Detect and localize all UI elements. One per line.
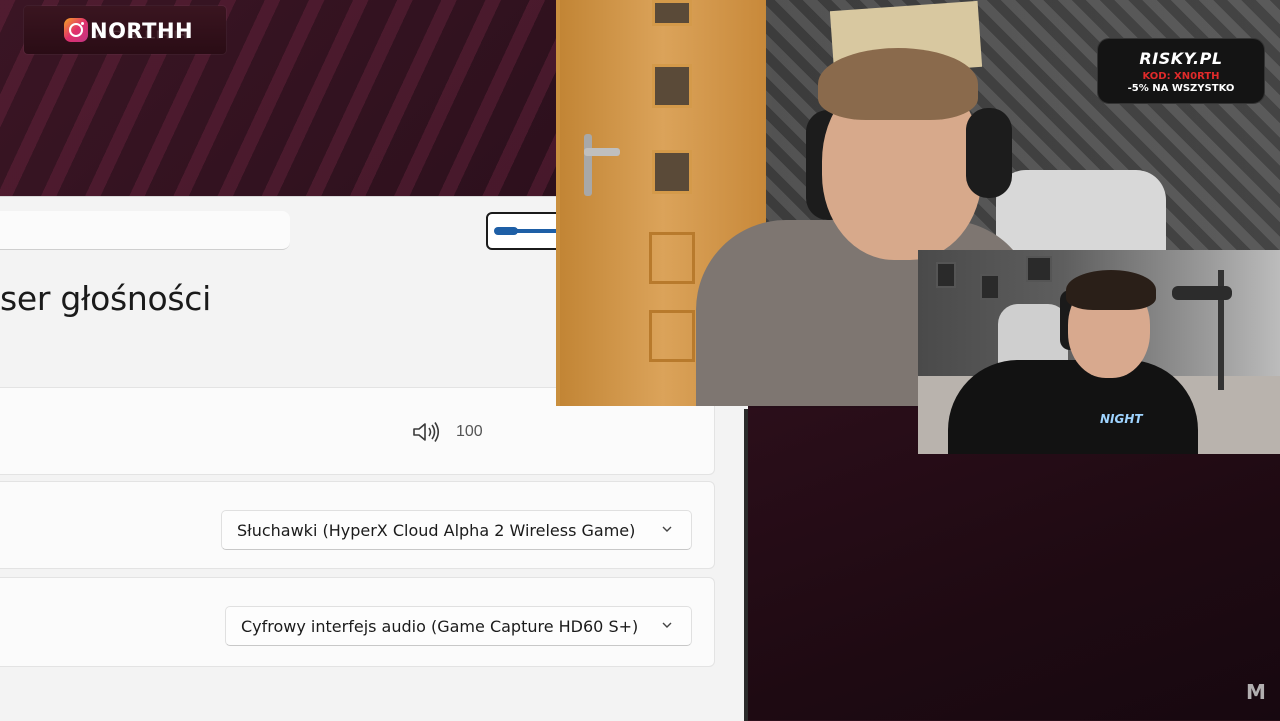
- chevron-down-icon: [662, 622, 672, 628]
- secondary-webcam: NIGHT: [918, 250, 1280, 454]
- streamer-hair: [818, 48, 978, 120]
- door-window: [652, 64, 692, 108]
- wall-frame: [936, 262, 956, 288]
- speaker-icon[interactable]: [411, 421, 441, 443]
- wall-frame: [980, 274, 1000, 300]
- door-handle: [584, 134, 592, 196]
- volume-slider-fill: [494, 227, 518, 235]
- instagram-handle-reflection: NORTHH: [90, 28, 191, 40]
- sponsor-code: KOD: XN0RTH: [1142, 71, 1220, 82]
- instagram-icon: [64, 18, 88, 42]
- instagram-badge: NORTHH NORTHH: [24, 6, 226, 54]
- input-device-label: Cyfrowy interfejs audio (Game Capture HD…: [241, 616, 639, 636]
- volume-value: 100: [456, 423, 483, 440]
- search-input[interactable]: [0, 211, 290, 250]
- window-edge: [744, 409, 748, 721]
- shirt-logo: NIGHT: [1100, 412, 1143, 426]
- headphones-icon: [966, 108, 1012, 198]
- input-device-dropdown[interactable]: Cyfrowy interfejs audio (Game Capture HD…: [225, 606, 692, 646]
- door-panel: [649, 310, 695, 362]
- wall-frame: [1026, 256, 1052, 282]
- channel-watermark: M: [1246, 680, 1266, 704]
- output-device-dropdown[interactable]: Słuchawki (HyperX Cloud Alpha 2 Wireless…: [221, 510, 692, 550]
- guest-body: [948, 360, 1198, 454]
- sponsor-badge: RISKY.PL KOD: XN0RTH -5% NA WSZYSTKO: [1097, 38, 1265, 104]
- sponsor-brand: RISKY.PL: [1139, 49, 1223, 68]
- microphone-icon: [1172, 286, 1232, 300]
- page-title: ser głośności: [0, 279, 211, 318]
- guest-hair: [1066, 270, 1156, 310]
- door-window: [652, 150, 692, 194]
- door-window: [652, 0, 692, 26]
- door-panel: [649, 232, 695, 284]
- chevron-down-icon: [662, 526, 672, 532]
- sponsor-promo: -5% NA WSZYSTKO: [1127, 83, 1235, 94]
- door-handle: [584, 148, 620, 156]
- output-device-label: Słuchawki (HyperX Cloud Alpha 2 Wireless…: [237, 520, 636, 540]
- background-panel: [748, 408, 1280, 720]
